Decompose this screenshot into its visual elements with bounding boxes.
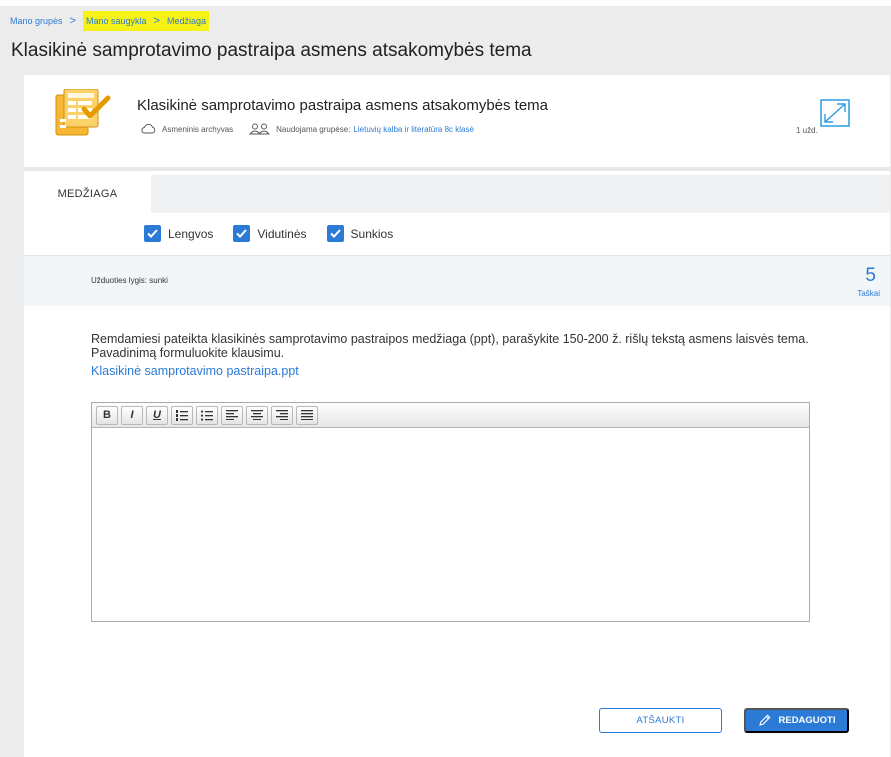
task-level-bar: Užduoties lygis: sunki 5 Taškai [24,255,890,306]
breadcrumb-storage[interactable]: Mano saugykla [86,16,147,26]
bullet-list-icon [201,410,213,421]
material-meta: Asmeninis archyvas Naudojama grupėse: Li… [140,123,474,135]
breadcrumb-highlight: Mano saugykla > Medžiaga [82,11,209,31]
align-justify-button[interactable] [296,405,318,425]
breadcrumb-home[interactable]: Mano grupės [10,16,63,26]
group-link[interactable]: Lietuvių kalba ir literatūra 8c klasė [353,125,474,134]
material-header: Klasikinė samprotavimo pastraipa asmens … [24,75,890,171]
task-level: Užduoties lygis: sunki [91,276,168,285]
align-center-icon [251,410,263,420]
checkbox-checked-icon[interactable] [233,225,251,242]
align-left-icon [226,410,238,420]
cloud-icon [141,124,156,134]
breadcrumb: Mano grupės > Mano saugykla > Medžiaga [10,11,209,31]
editor-text-area[interactable] [92,428,809,621]
attachment-link[interactable]: Klasikinė samprotavimo pastraipa.ppt [91,364,299,378]
align-left-button[interactable] [221,405,243,425]
task-instruction: Remdamiesi pateikta klasikinės samprotav… [91,332,809,360]
align-center-button[interactable] [246,405,268,425]
points-label: Taškai [857,289,880,298]
page-title: Klasikinė samprotavimo pastraipa asmens … [11,40,532,61]
filter-label: Lengvos [168,226,214,241]
underline-label: U [153,409,161,421]
difficulty-filters: Lengvos Vidutinės Sunkios [144,225,413,242]
pencil-icon [758,714,770,726]
filter-label: Vidutinės [257,226,307,241]
document-checklist-icon [55,89,111,136]
rich-text-editor: B I U [91,402,810,622]
tab-bar: MEDŽIAGA [24,175,890,213]
edit-button[interactable]: REDAGUOTI [744,708,849,733]
edit-button-label: REDAGUOTI [778,715,836,726]
checkbox-checked-icon[interactable] [144,225,161,242]
group-icon [249,123,271,135]
expand-icon[interactable] [820,99,850,127]
breadcrumb-separator: > [153,15,160,27]
ordered-list-icon [176,409,188,421]
align-justify-icon [301,410,313,420]
top-strip [0,0,891,6]
bold-label: B [103,409,111,421]
align-right-button[interactable] [271,405,293,425]
breadcrumb-separator: > [69,15,76,27]
ordered-list-button[interactable] [171,405,193,425]
editor-toolbar: B I U [92,403,809,428]
italic-button[interactable]: I [121,405,143,425]
bold-button[interactable]: B [96,405,118,425]
filter-medium[interactable]: Vidutinės [233,225,307,242]
usage-label: Naudojama grupėse: [276,124,351,134]
archive-label: Asmeninis archyvas [162,124,234,134]
underline-button[interactable]: U [146,405,168,425]
filter-easy[interactable]: Lengvos [144,225,213,242]
bullet-list-button[interactable] [196,405,218,425]
material-card: Klasikinė samprotavimo pastraipa asmens … [24,75,890,757]
task-count: 1 užd. [796,126,818,135]
points-value: 5 [865,265,876,286]
breadcrumb-current[interactable]: Medžiaga [167,16,206,26]
filter-hard[interactable]: Sunkios [326,225,394,242]
align-right-icon [276,410,288,420]
material-title: Klasikinė samprotavimo pastraipa asmens … [137,97,549,114]
filter-label: Sunkios [350,226,394,241]
cancel-button[interactable]: ATŠAUKTI [599,708,722,733]
checkbox-checked-icon[interactable] [326,225,344,242]
italic-label: I [130,409,134,421]
tab-material[interactable]: MEDŽIAGA [24,175,151,213]
